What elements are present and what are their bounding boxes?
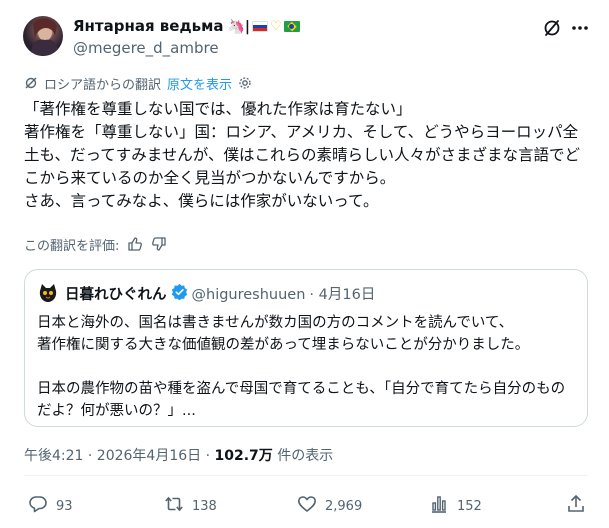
like-count: 2,969 (325, 498, 363, 514)
post-meta: 午後4:21 · 2026年4月16日 · 102.7万 件の表示 (24, 446, 333, 466)
reply-bubble-icon (28, 494, 48, 518)
brazil-flag-icon (283, 21, 300, 32)
analytics-button[interactable]: 152 (429, 494, 482, 518)
view-count: 102.7万 (214, 448, 273, 464)
quoted-post[interactable]: 日暮れひぐれん @higureshuuen · 4月16日 日本と海外の、国名は… (24, 269, 588, 427)
quoted-author-handle[interactable]: @higureshuuen (192, 285, 306, 305)
author-avatar[interactable] (23, 16, 63, 56)
heart-icon (297, 494, 317, 518)
post-text: 「著作権を尊重しない国では、優れた作家は育たない」 著作権を「尊重しない」国：ロ… (24, 100, 580, 210)
repost-arrows-icon (164, 494, 184, 518)
translation-source-label: ロシア語からの翻訳 (44, 78, 162, 93)
share-upload-icon (566, 494, 586, 518)
like-button[interactable]: 2,969 (297, 494, 362, 518)
thumbs-up-icon[interactable] (127, 236, 143, 258)
unicorn-emoji: 🦄| (227, 18, 251, 35)
reply-count: 93 (56, 498, 73, 514)
repost-button[interactable]: 138 (164, 494, 217, 518)
action-bar: 93 138 2,969 152 (24, 494, 588, 518)
quoted-author-name[interactable]: 日暮れひぐれん (65, 285, 167, 305)
yellow-heart-icon: ♡ (270, 18, 282, 34)
more-dots-icon[interactable] (570, 18, 590, 38)
rate-translation-label: この翻訳を評価: (24, 239, 120, 254)
author-name-row[interactable]: Янтарная ведьма 🦄| ♡ (73, 16, 300, 37)
author-name[interactable]: Янтарная ведьма (73, 17, 223, 35)
grok-slash-circle-icon[interactable] (542, 18, 562, 38)
rate-translation: この翻訳を評価: (24, 236, 167, 258)
settings-gear-icon[interactable] (238, 76, 252, 96)
quoted-post-date[interactable]: · 4月16日 (309, 285, 375, 305)
profile-emojis: 🦄| ♡ (227, 17, 300, 37)
translate-icon (24, 76, 38, 96)
reply-button[interactable]: 93 (28, 494, 73, 518)
quoted-post-text: 日本と海外の、国名は書きませんが数カ国の方のコメントを読んでいて、 著作権に関す… (37, 315, 566, 419)
thumbs-down-icon[interactable] (151, 236, 167, 258)
quoted-post-header: 日暮れひぐれん @higureshuuen · 4月16日 (65, 283, 375, 306)
share-button[interactable] (566, 494, 586, 518)
repost-count: 138 (192, 498, 217, 514)
view-count-suffix: 件の表示 (272, 448, 334, 464)
divider (24, 475, 588, 476)
quoted-author-avatar[interactable] (37, 282, 59, 304)
bar-chart-icon (429, 494, 449, 518)
post-timestamp[interactable]: 午後4:21 · 2026年4月16日 · (24, 448, 215, 464)
show-original-link[interactable]: 原文を表示 (167, 77, 232, 95)
verified-badge-icon (171, 283, 188, 306)
author-handle[interactable]: @megere_d_ambre (73, 38, 219, 58)
bookmark-count: 152 (457, 498, 482, 514)
russia-flag-icon (252, 21, 269, 32)
translation-notice: ロシア語からの翻訳 原文を表示 (24, 76, 252, 96)
